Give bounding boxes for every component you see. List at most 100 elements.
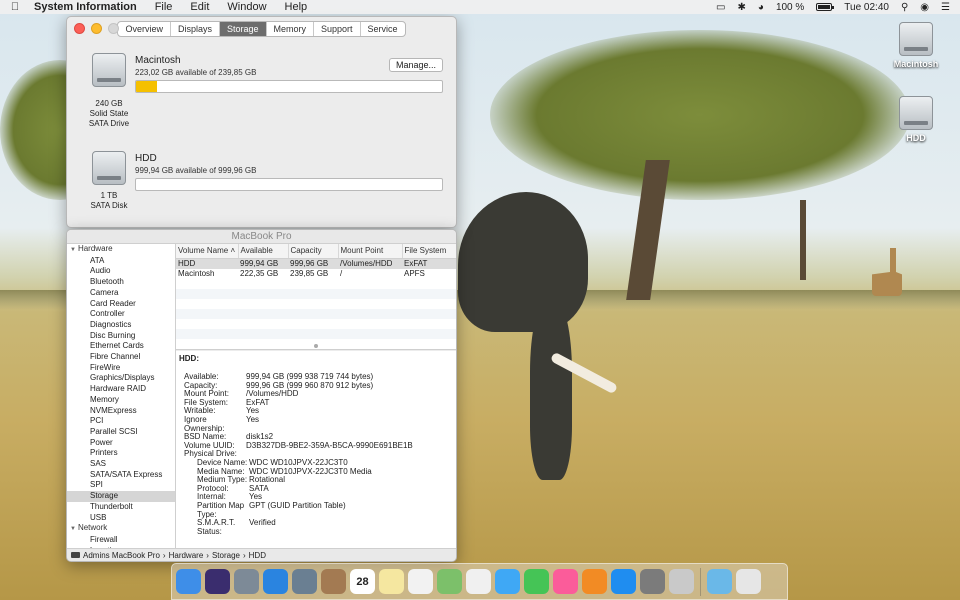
sidebar-item-bluetooth[interactable]: Bluetooth: [67, 277, 175, 288]
notes-icon[interactable]: [379, 569, 404, 594]
maps-icon[interactable]: [437, 569, 462, 594]
sidebar-item-hardware-raid[interactable]: Hardware RAID: [67, 384, 175, 395]
finder-icon[interactable]: [176, 569, 201, 594]
photos-icon[interactable]: [466, 569, 491, 594]
photo-browser-icon[interactable]: [292, 569, 317, 594]
sidebar-item-power[interactable]: Power: [67, 438, 175, 449]
detail-row: S.M.A.R.T. Status: Verified: [176, 518, 456, 536]
facetime-icon[interactable]: [524, 569, 549, 594]
sidebar-item-usb[interactable]: USB: [67, 513, 175, 524]
airplay-icon[interactable]: ▭: [716, 2, 725, 13]
table-row[interactable]: Macintosh 222,35 GB 239,85 GB / APFS: [176, 268, 456, 279]
menu-window[interactable]: Window: [218, 1, 275, 13]
close-button[interactable]: [74, 23, 85, 34]
menu-app-name[interactable]: System Information: [30, 1, 146, 13]
split-handle-icon[interactable]: [314, 344, 318, 348]
col-mount-point[interactable]: Mount Point: [338, 244, 403, 259]
downloads-folder-icon[interactable]: [707, 569, 732, 594]
system-preferences-icon[interactable]: [640, 569, 665, 594]
col-capacity[interactable]: Capacity: [288, 244, 339, 259]
tab-overview[interactable]: Overview: [118, 22, 171, 36]
menu-help[interactable]: Help: [276, 1, 317, 13]
disclosure-triangle-icon[interactable]: ▼: [70, 526, 76, 532]
sidebar-item-memory[interactable]: Memory: [67, 395, 175, 406]
tab-storage[interactable]: Storage: [219, 22, 267, 36]
ibooks-icon[interactable]: [582, 569, 607, 594]
report-window-title[interactable]: MacBook Pro: [67, 230, 456, 244]
desktop-icon-macintosh[interactable]: Macintosh: [886, 22, 946, 69]
siri-icon[interactable]: [205, 569, 230, 594]
zoom-button[interactable]: [108, 23, 119, 34]
tab-displays[interactable]: Displays: [171, 22, 220, 36]
sidebar-item-firewire[interactable]: FireWire: [67, 363, 175, 374]
sidebar-item-spi[interactable]: SPI: [67, 480, 175, 491]
sidebar-group-network[interactable]: ▼ Network: [67, 523, 175, 535]
sidebar-item-printers[interactable]: Printers: [67, 448, 175, 459]
sidebar-item-fibre-channel[interactable]: Fibre Channel: [67, 352, 175, 363]
sidebar-item-parallel-scsi[interactable]: Parallel SCSI: [67, 427, 175, 438]
sidebar-item-diagnostics[interactable]: Diagnostics: [67, 320, 175, 331]
col-file-system[interactable]: File System: [402, 244, 456, 259]
sidebar-item-graphics-displays[interactable]: Graphics/Displays: [67, 373, 175, 384]
sidebar-item-disc-burning[interactable]: Disc Burning: [67, 331, 175, 342]
tab-support[interactable]: Support: [314, 22, 361, 36]
trash-icon[interactable]: [736, 569, 761, 594]
reminders-icon[interactable]: [408, 569, 433, 594]
sidebar-item-pci[interactable]: PCI: [67, 416, 175, 427]
minimize-button[interactable]: [91, 23, 102, 34]
path-item[interactable]: Storage: [212, 549, 240, 562]
about-this-mac-window: Overview Displays Storage Memory Support…: [66, 16, 457, 228]
sidebar-item-sata-sata-express[interactable]: SATA/SATA Express: [67, 470, 175, 481]
wifi-icon[interactable]: ◕: [758, 2, 764, 13]
sidebar-item-firewall[interactable]: Firewall: [67, 535, 175, 546]
sidebar-item-nvmexpress[interactable]: NVMExpress: [67, 406, 175, 417]
contacts-icon[interactable]: [321, 569, 346, 594]
apple-menu-icon[interactable]: : [0, 1, 30, 13]
battery-percent[interactable]: 100 %: [776, 2, 804, 13]
menu-file[interactable]: File: [146, 1, 182, 13]
sidebar-item-audio[interactable]: Audio: [67, 266, 175, 277]
hdd-icon: [92, 151, 126, 185]
col-volume-name[interactable]: Volume Name ˄: [176, 244, 239, 259]
sidebar-group-hardware[interactable]: ▼ Hardware: [67, 244, 175, 256]
spotlight-icon[interactable]: ⚲: [901, 2, 908, 13]
system-report-window: MacBook Pro ▼ Hardware ATA Audio Bluetooth C…: [66, 229, 457, 562]
col-available[interactable]: Available: [238, 244, 289, 259]
calendar-icon[interactable]: 28: [350, 569, 375, 594]
path-bar: Admins MacBook Pro › Hardware › Storage …: [67, 548, 456, 562]
itunes-icon[interactable]: [553, 569, 578, 594]
table-cell: 222,35 GB: [240, 268, 279, 278]
system-information-icon[interactable]: [669, 569, 694, 594]
sidebar-item-controller[interactable]: Controller: [67, 309, 175, 320]
notification-center-icon[interactable]: ☰: [941, 2, 950, 13]
path-item[interactable]: Admins MacBook Pro: [83, 549, 160, 562]
path-item[interactable]: HDD: [249, 549, 266, 562]
path-item[interactable]: Hardware: [169, 549, 204, 562]
sidebar-item-camera[interactable]: Camera: [67, 288, 175, 299]
sidebar-item-thunderbolt[interactable]: Thunderbolt: [67, 502, 175, 513]
sidebar-item-storage[interactable]: Storage: [67, 491, 175, 502]
table-cell: /Volumes/HDD: [338, 258, 402, 269]
about-titlebar[interactable]: Overview Displays Storage Memory Support…: [67, 17, 456, 41]
bluetooth-icon[interactable]: ✱: [738, 2, 746, 13]
app-store-icon[interactable]: [611, 569, 636, 594]
sidebar-item-card-reader[interactable]: Card Reader: [67, 299, 175, 310]
elephant: [458, 192, 588, 332]
disclosure-triangle-icon[interactable]: ▼: [70, 247, 76, 253]
drive-size: 240 GB: [95, 99, 123, 108]
user-icon[interactable]: ◉: [920, 2, 929, 13]
launchpad-icon[interactable]: [234, 569, 259, 594]
safari-icon[interactable]: [263, 569, 288, 594]
battery-icon[interactable]: [816, 3, 835, 11]
clock[interactable]: Tue 02:40: [844, 2, 889, 13]
desktop-icon-hdd[interactable]: HDD: [886, 96, 946, 143]
manage-button[interactable]: Manage...: [389, 58, 443, 72]
table-row[interactable]: HDD 999,94 GB 999,96 GB/Volumes/HDD ExFAT: [176, 258, 456, 269]
sidebar-item-ata[interactable]: ATA: [67, 256, 175, 267]
sidebar-item-ethernet-cards[interactable]: Ethernet Cards: [67, 341, 175, 352]
tab-memory[interactable]: Memory: [267, 22, 315, 36]
menu-edit[interactable]: Edit: [181, 1, 218, 13]
sidebar-item-sas[interactable]: SAS: [67, 459, 175, 470]
tab-service[interactable]: Service: [361, 22, 405, 36]
messages-icon[interactable]: [495, 569, 520, 594]
